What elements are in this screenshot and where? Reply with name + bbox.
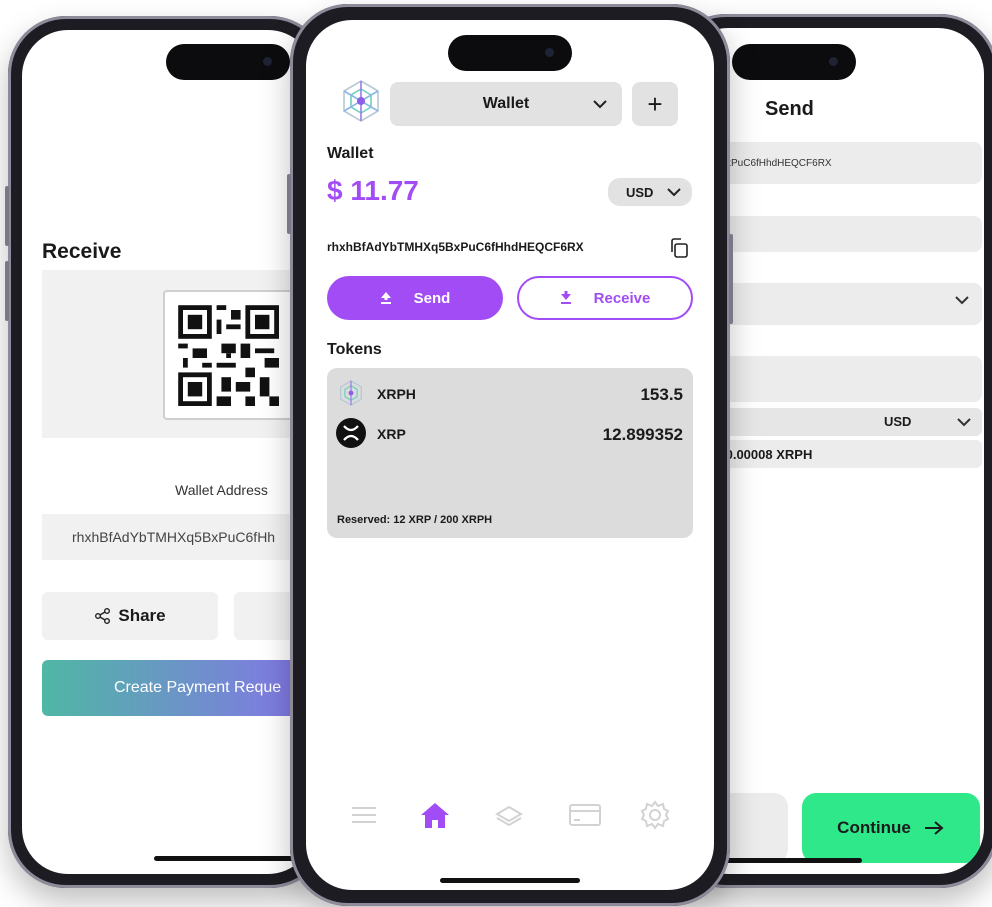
add-wallet-button[interactable]: +	[632, 82, 678, 126]
currency-select[interactable]: USD	[608, 178, 692, 206]
continue-button[interactable]: Continue	[802, 793, 980, 863]
currency-label: USD	[884, 414, 912, 429]
settings-icon[interactable]	[640, 800, 670, 830]
layers-icon[interactable]	[494, 803, 524, 829]
token-row-xrp[interactable]: XRP 12.899352	[327, 416, 693, 450]
home-indicator	[154, 856, 294, 861]
side-button	[5, 261, 9, 321]
page-title: Receive	[42, 240, 122, 263]
tokens-heading: Tokens	[327, 341, 382, 358]
chevron-down-icon	[955, 296, 969, 305]
dynamic-island	[166, 44, 290, 80]
menu-icon[interactable]	[350, 804, 378, 826]
dynamic-island	[732, 44, 856, 80]
token-amount: 12.899352	[602, 425, 683, 444]
arrow-right-icon	[924, 821, 944, 835]
tokens-panel: XRPH 153.5 XRP 12.899352 Reserved: 12 XR…	[327, 368, 693, 538]
share-button[interactable]: Share	[42, 592, 218, 640]
token-amount: 153.5	[640, 385, 683, 404]
home-indicator	[722, 858, 862, 863]
page-title: Send	[765, 98, 814, 120]
receive-button[interactable]: Receive	[517, 276, 693, 320]
upload-icon	[380, 292, 391, 304]
chevron-down-icon	[593, 100, 607, 109]
send-button[interactable]: Send	[327, 276, 503, 320]
chevron-down-icon	[957, 418, 971, 427]
receive-screen: Receive Wallet Address rhxhBfAdYbTMHXq5B…	[22, 30, 314, 874]
currency-label: USD	[626, 184, 654, 200]
token-symbol: XRPH	[377, 386, 416, 402]
wallet-phone: Wallet + Wallet $ 11.77 USD rhxhBfAdYbTM…	[287, 4, 733, 906]
xrph-logo-icon	[340, 380, 362, 406]
card-icon[interactable]	[568, 802, 602, 828]
wallet-select-label: Wallet	[482, 95, 530, 112]
wallet-screen: Wallet + Wallet $ 11.77 USD rhxhBfAdYbTM…	[306, 20, 714, 890]
receive-label: Receive	[593, 289, 651, 307]
wallet-balance: $ 11.77	[327, 175, 419, 206]
continue-label: Continue	[837, 818, 911, 837]
wallet-address-value: rhxhBfAdYbTMHXq5BxPuC6fHh	[72, 529, 276, 545]
home-icon[interactable]	[420, 801, 450, 829]
qr-panel	[42, 270, 314, 438]
receive-phone: Receive Wallet Address rhxhBfAdYbTMHXq5B…	[5, 16, 328, 888]
wallet-address: rhxhBfAdYbTMHXq5BxPuC6fHhdHEQCF6RX	[327, 240, 584, 254]
wallet-address-field[interactable]: rhxhBfAdYbTMHXq5BxPuC6fHh	[42, 514, 314, 560]
share-label: Share	[118, 606, 166, 625]
xrph-logo-icon	[343, 80, 379, 122]
side-button	[287, 174, 291, 234]
download-icon	[560, 291, 571, 304]
chevron-down-icon	[667, 188, 681, 197]
wallet-heading: Wallet	[327, 145, 374, 162]
side-button	[729, 234, 733, 324]
create-payment-request-label: Create Payment Reque	[114, 679, 282, 696]
fee-value: .0.00008 XRPH	[722, 447, 813, 462]
wallet-select[interactable]: Wallet	[390, 82, 622, 126]
token-symbol: XRP	[377, 426, 406, 442]
send-label: Send	[413, 289, 451, 307]
xrp-logo-icon	[336, 418, 366, 448]
wallet-address-label: Wallet Address	[175, 482, 268, 498]
home-indicator	[440, 878, 580, 883]
token-row-xrph[interactable]: XRPH 153.5	[327, 376, 693, 410]
plus-icon: +	[647, 88, 663, 119]
recipient-address-value: xPuC6fHhdHEQCF6RX	[726, 158, 832, 169]
copy-icon[interactable]	[668, 236, 690, 260]
side-button	[5, 186, 9, 246]
dynamic-island	[448, 35, 572, 71]
reserved-note: Reserved: 12 XRP / 200 XRPH	[337, 514, 493, 526]
share-icon	[95, 608, 111, 624]
qr-code	[163, 290, 293, 420]
create-payment-request-button[interactable]: Create Payment Reque	[42, 660, 314, 716]
bottom-nav	[306, 795, 714, 835]
